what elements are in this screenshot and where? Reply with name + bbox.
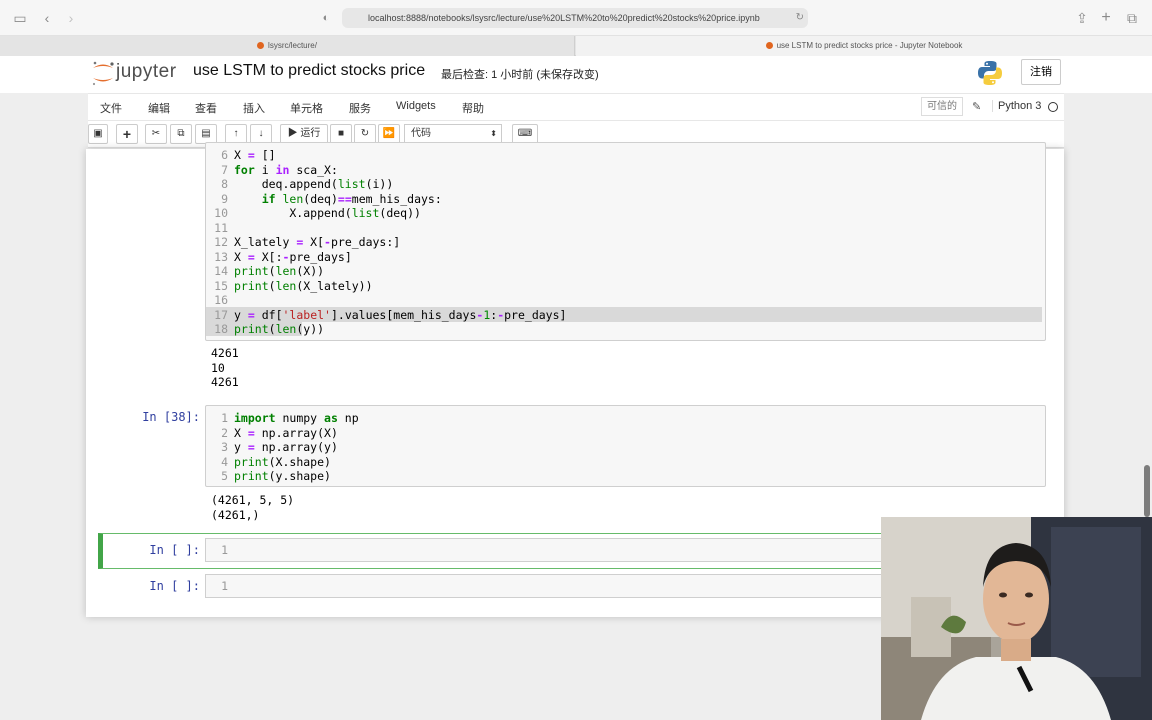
cell-2-output: (4261, 5, 5) (4261,) [211,493,295,522]
restart-icon: ↻ [360,128,370,139]
code-line: 7 for i in sca_X: [221,162,338,177]
jupyter-favicon-icon [765,42,773,50]
cell-1-output: 4261 10 4261 [211,346,239,389]
menu-cell[interactable]: 单元格 [290,100,323,116]
new-tab-icon[interactable]: + [1096,8,1116,28]
forward-icon[interactable]: › [61,8,81,28]
fast-forward-icon: ⏩ [382,128,396,139]
reload-icon[interactable]: ↻ [796,8,804,28]
line-number: 1 [221,579,228,593]
privacy-shield-icon[interactable]: ◐ [316,8,336,28]
code-line: 5 print(y.shape) [221,469,331,483]
jupyter-favicon-icon [257,42,265,50]
code-line: 1 import numpy as np [221,411,359,425]
jupyter-logo-icon[interactable] [90,59,116,87]
code-line: 13 X = X[:-pre_days] [214,249,352,264]
save-button[interactable]: ▣ [88,124,108,144]
stop-icon: ■ [337,128,345,139]
code-line: 8 deq.append(list(i)) [221,177,394,191]
code-line: 2X = np.array(X) [221,425,338,440]
line-number: 1 [221,543,228,557]
python-logo-icon [978,61,1002,85]
arrow-up-icon: ↑ [233,128,239,139]
menubar: 文件 编辑 查看 插入 单元格 服务 Widgets 帮助 可信的 ✎ Pyth… [88,93,1064,120]
jupyter-wordmark[interactable]: jupyter [116,61,177,83]
code-line: 14 print(len(X)) [214,264,325,278]
menu-view[interactable]: 查看 [195,100,217,116]
code-line: 4 print(X.shape) [221,454,331,469]
plus-icon: + [122,126,132,142]
browser-toolbar: ▭ ‹ › ◐ localhost:8888/notebooks/lsysrc/… [0,0,1152,36]
code-line: 17 y = df['label'].values[mem_his_days-1:… [214,307,567,322]
menu-kernel[interactable]: 服务 [349,100,371,116]
restart-button[interactable]: ↻ [354,124,376,144]
cell-2-prompt: In [38]: [142,410,200,424]
menu-insert[interactable]: 插入 [243,100,265,116]
code-cell-2-editor[interactable]: 1 import numpy as np 2X = np.array(X) 3y … [205,405,1046,487]
tab-overview-icon[interactable]: ⧉ [1122,8,1142,28]
kernel-name[interactable]: Python 3 [992,100,1041,112]
kernel-idle-indicator-icon [1048,102,1058,112]
webcam-overlay [881,517,1152,720]
scrollbar-thumb[interactable] [1144,465,1150,517]
cell-type-select[interactable]: 代码 ⬍ [404,124,502,144]
move-down-button[interactable]: ↓ [250,124,272,144]
select-arrows-icon: ⬍ [490,129,497,138]
cut-button[interactable]: ✂ [145,124,167,144]
code-line: 12 X_lately = X[-pre_days:] [214,235,401,249]
keyboard-icon: ⌨ [517,128,533,139]
pencil-icon[interactable]: ✎ [972,100,981,113]
code-line: 18 print(len(y)) [214,322,325,336]
paste-button[interactable]: ▤ [195,124,217,144]
notebook-title[interactable]: use LSTM to predict stocks price [193,62,425,80]
checkpoint-status: 最后检查: 1 小时前 (未保存改变) [441,69,599,81]
interrupt-button[interactable]: ■ [330,124,352,144]
code-line: 9 if len(deq)==mem_his_days: [221,191,442,206]
move-up-button[interactable]: ↑ [225,124,247,144]
browser-tab-strip: lsysrc/lecture/ use LSTM to predict stoc… [0,36,1152,56]
presenter-video-image [881,517,1152,720]
sidebar-toggle-icon[interactable]: ▭ [10,8,30,28]
address-bar[interactable]: localhost:8888/notebooks/lsysrc/lecture/… [342,8,808,28]
restart-run-all-button[interactable]: ⏩ [378,124,400,144]
code-line: 15 print(len(X_lately)) [214,278,373,293]
play-icon: ▶ [287,128,298,139]
menu-edit[interactable]: 编辑 [148,100,170,116]
run-button[interactable]: ▶ 运行 [280,124,328,144]
code-line: 11 [214,220,228,235]
jupyter-header: jupyter use LSTM to predict stocks price… [0,56,1152,93]
logout-button[interactable]: 注销 [1021,59,1061,85]
floppy-icon: ▣ [93,128,103,139]
cell-4-prompt: In [ ]: [149,579,200,593]
insert-cell-button[interactable]: + [116,124,138,144]
arrow-down-icon: ↓ [258,128,264,139]
clipboard-icon: ▤ [201,128,211,139]
share-icon[interactable]: ⇪ [1072,8,1092,28]
copy-icon: ⧉ [177,128,185,139]
code-line: 10 X.append(list(deq)) [214,206,421,220]
cell-3-prompt: In [ ]: [149,543,200,557]
menu-file[interactable]: 文件 [100,100,122,116]
address-bar-url: localhost:8888/notebooks/lsysrc/lecture/… [368,13,760,23]
trusted-badge[interactable]: 可信的 [921,97,963,116]
menu-widgets[interactable]: Widgets [396,100,436,112]
command-palette-button[interactable]: ⌨ [512,124,538,144]
tab-lecture-folder[interactable]: lsysrc/lecture/ [0,36,575,56]
back-icon[interactable]: ‹ [37,8,57,28]
code-line: 3y = np.array(y) [221,440,338,454]
code-cell-1-editor[interactable]: 6X = [] 7 for i in sca_X: 8 deq.append(li… [205,142,1046,341]
scissors-icon: ✂ [151,128,161,139]
tab-notebook[interactable]: use LSTM to predict stocks price - Jupyt… [576,36,1152,56]
code-line: 6X = [] [221,148,276,162]
menu-help[interactable]: 帮助 [462,100,484,116]
copy-button[interactable]: ⧉ [170,124,192,144]
code-line: 16 [214,293,228,307]
